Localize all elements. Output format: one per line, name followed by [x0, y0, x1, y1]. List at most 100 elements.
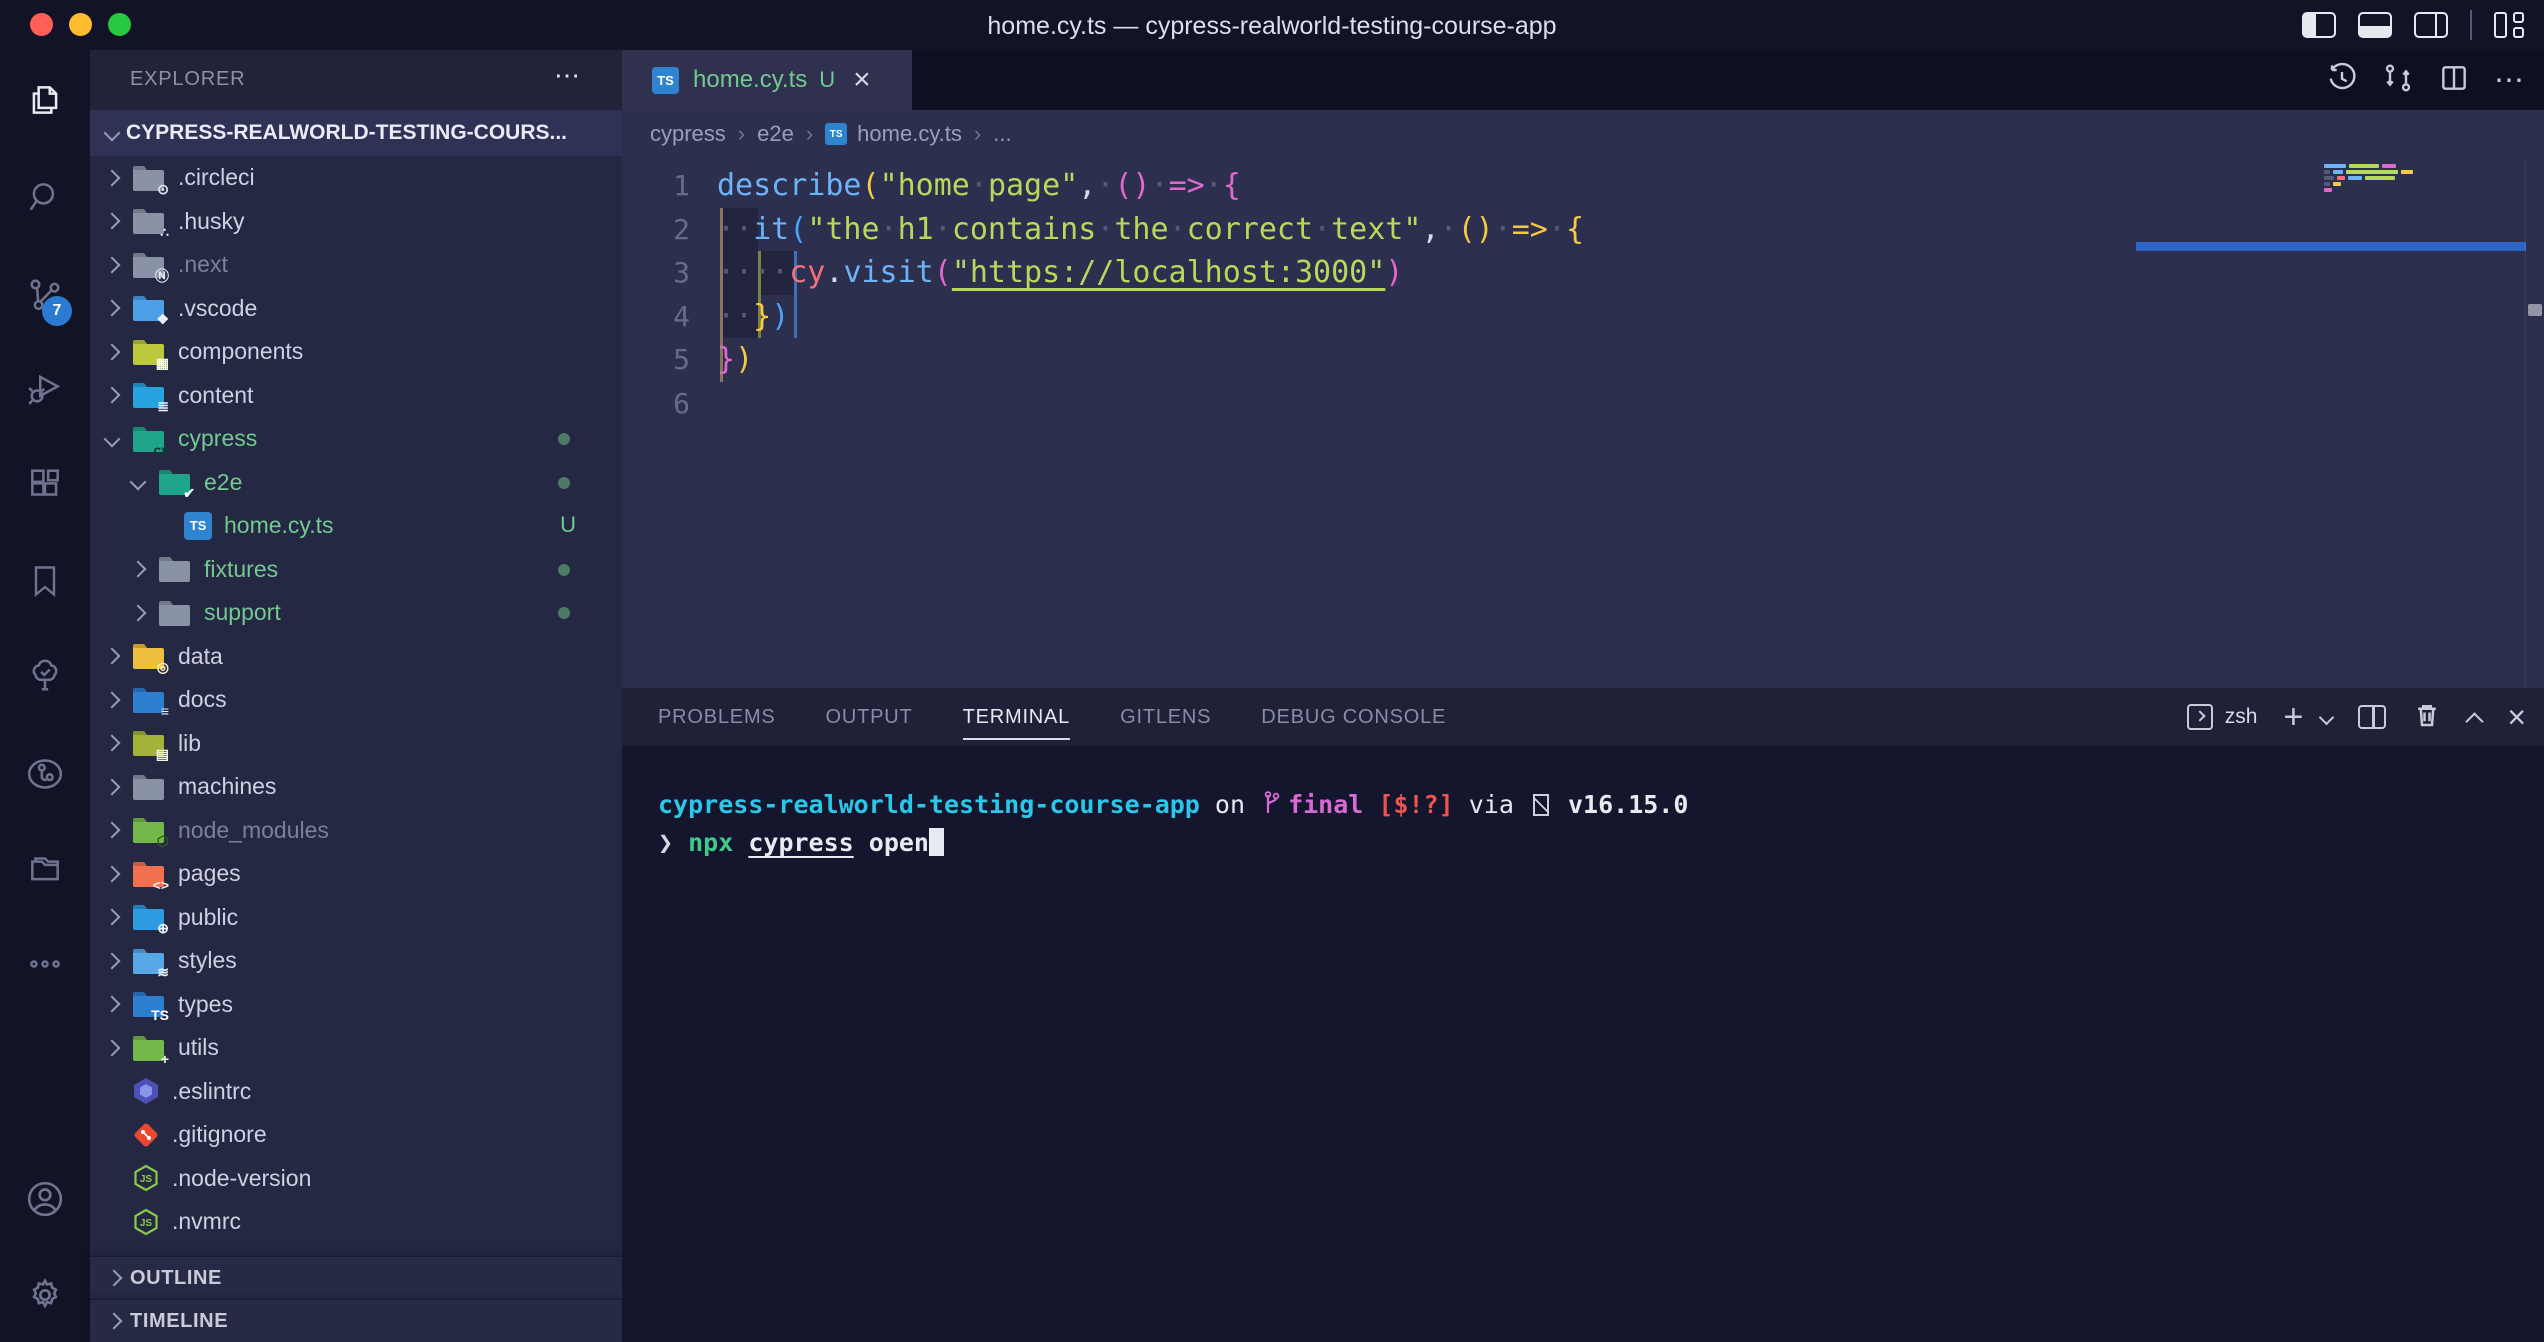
tree-root-folder[interactable]: CYPRESS-REALWORLD-TESTING-COURS... [90, 110, 622, 156]
settings-gear-icon[interactable] [0, 1263, 90, 1327]
terminal-line-1: cypress-realworld-testing-course-app on … [658, 788, 1688, 826]
minimap[interactable] [2324, 164, 2524, 194]
tree-item-styles[interactable]: ≋styles [90, 939, 622, 983]
tree-item-dot-next[interactable]: Ⓝ.next [90, 243, 622, 287]
toggle-sidebar-icon[interactable] [2302, 12, 2336, 38]
tree-item-support[interactable]: support [90, 591, 622, 635]
tree-item-components[interactable]: ▦components [90, 330, 622, 374]
more-actions-icon[interactable]: ⋯ [2494, 63, 2526, 98]
tree-item-home.cy.ts[interactable]: TShome.cy.tsU [90, 504, 622, 548]
chevron-right-icon [106, 1270, 123, 1287]
breadcrumb-symbol[interactable]: ... [993, 121, 1011, 147]
customize-layout-icon[interactable] [2494, 12, 2524, 38]
split-editor-icon[interactable] [2438, 62, 2470, 99]
tree-item-dot-gitignore[interactable]: .gitignore [90, 1113, 622, 1157]
typescript-file-icon: TS [184, 512, 212, 540]
typescript-file-icon: TS [825, 123, 847, 145]
tab-home-cy-ts[interactable]: TS home.cy.ts U × [622, 50, 912, 110]
todo-tree-icon[interactable] [0, 643, 90, 707]
tree-item-dot-husky[interactable]: ∴.husky [90, 200, 622, 244]
timeline-section-header[interactable]: TIMELINE [90, 1299, 622, 1342]
tab-bar: TS home.cy.ts U × ⋯ [622, 50, 2544, 110]
chevron-right-icon [130, 604, 147, 621]
tree-item-label: .eslintrc [172, 1078, 251, 1105]
editor-scrollbar-thumb[interactable] [2528, 304, 2542, 316]
tree-item-content[interactable]: ≣content [90, 374, 622, 418]
toggle-secondary-sidebar-icon[interactable] [2414, 12, 2448, 38]
tree-item-pages[interactable]: <>pages [90, 852, 622, 896]
tree-item-node_modules[interactable]: ⬡node_modules [90, 809, 622, 853]
explorer-more-actions-icon[interactable]: ⋯ [554, 60, 582, 91]
folder-components: ▦ [132, 338, 166, 366]
folder-content: ≣ [132, 381, 166, 409]
git-modified-dot [558, 607, 570, 619]
chevron-right-icon [104, 387, 121, 404]
extensions-icon[interactable] [0, 453, 90, 517]
timeline-label: TIMELINE [130, 1310, 228, 1333]
maximize-panel-icon[interactable] [2466, 712, 2484, 730]
window-title: home.cy.ts — cypress-realworld-testing-c… [0, 12, 2544, 41]
tree-item-data[interactable]: ◎data [90, 635, 622, 679]
tree-item-dot-node-version[interactable]: JS.node-version [90, 1157, 622, 1201]
more-views-icon[interactable] [0, 932, 90, 996]
tab-label: home.cy.ts [693, 66, 807, 94]
close-tab-icon[interactable]: × [853, 63, 871, 97]
chevron-right-icon [104, 909, 121, 926]
explorer-sidebar: EXPLORER ⋯ CYPRESS-REALWORLD-TESTING-COU… [90, 50, 622, 1342]
terminal-line-2: ❯ npx cypress open [658, 826, 1688, 860]
panel-tab-debug-console[interactable]: DEBUG CONSOLE [1261, 688, 1446, 746]
split-terminal-icon[interactable] [2358, 705, 2386, 729]
terminal-profile[interactable]: zsh [2187, 704, 2258, 730]
tree-item-dot-vscode[interactable]: ❖.vscode [90, 287, 622, 331]
minimap-current-line [2136, 242, 2526, 251]
history-icon[interactable] [2326, 62, 2358, 99]
close-panel-icon[interactable]: × [2507, 699, 2526, 736]
search-icon[interactable] [0, 165, 90, 229]
modified-badge: U [819, 67, 835, 93]
chevron-right-icon [104, 952, 121, 969]
panel-tab-terminal[interactable]: TERMINAL [963, 688, 1071, 746]
account-icon[interactable] [0, 1167, 90, 1231]
terminal-dropdown-chevron-icon[interactable] [2319, 709, 2335, 725]
breadcrumb-cypress[interactable]: cypress [650, 121, 726, 147]
toggle-panel-icon[interactable] [2358, 12, 2392, 38]
code-editor[interactable]: 1describe("home·page",·()·=>·{2··it("the… [622, 158, 2544, 738]
run-debug-icon[interactable] [0, 356, 90, 420]
tree-item-docs[interactable]: ≡docs [90, 678, 622, 722]
panel-tab-gitlens[interactable]: GITLENS [1120, 688, 1211, 746]
git-icon [132, 1121, 160, 1149]
bookmarks-icon[interactable] [0, 549, 90, 613]
tree-item-label: .husky [178, 208, 244, 235]
tree-item-dot-eslintrc[interactable]: .eslintrc [90, 1070, 622, 1114]
chevron-separator: › [738, 121, 745, 147]
folder-lib: ▤ [132, 729, 166, 757]
tree-item-public[interactable]: ⊕public [90, 896, 622, 940]
tree-item-dot-nvmrc[interactable]: JS.nvmrc [90, 1200, 622, 1244]
tree-item-utils[interactable]: +utils [90, 1026, 622, 1070]
activity-bar: 7 [0, 50, 90, 1342]
tree-item-label: e2e [204, 469, 242, 496]
project-manager-icon[interactable] [0, 836, 90, 900]
terminal-output[interactable]: cypress-realworld-testing-course-app on … [658, 788, 1688, 860]
tree-item-label: data [178, 643, 223, 670]
tree-item-cypress[interactable]: cycypress [90, 417, 622, 461]
git-modified-dot [558, 564, 570, 576]
compare-changes-icon[interactable] [2382, 62, 2414, 99]
tree-item-types[interactable]: TStypes [90, 983, 622, 1027]
panel-tab-output[interactable]: OUTPUT [826, 688, 913, 746]
tree-item-fixtures[interactable]: fixtures [90, 548, 622, 592]
breadcrumb-file[interactable]: home.cy.ts [857, 121, 962, 147]
tree-item-machines[interactable]: machines [90, 765, 622, 809]
new-terminal-icon[interactable]: + [2283, 698, 2303, 737]
tree-item-dot-circleci[interactable]: ⊙.circleci [90, 156, 622, 200]
outline-section-header[interactable]: OUTLINE [90, 1256, 622, 1299]
source-control-icon[interactable]: 7 [0, 262, 90, 326]
breadcrumb-e2e[interactable]: e2e [757, 121, 794, 147]
tree-item-lib[interactable]: ▤lib [90, 722, 622, 766]
panel-tab-problems[interactable]: PROBLEMS [658, 688, 776, 746]
gitlens-icon[interactable] [0, 742, 90, 806]
tree-item-e2e[interactable]: ✔e2e [90, 461, 622, 505]
explorer-icon[interactable] [0, 68, 90, 132]
trash-icon[interactable] [2412, 700, 2442, 735]
folder-cypress: cy [132, 425, 166, 453]
